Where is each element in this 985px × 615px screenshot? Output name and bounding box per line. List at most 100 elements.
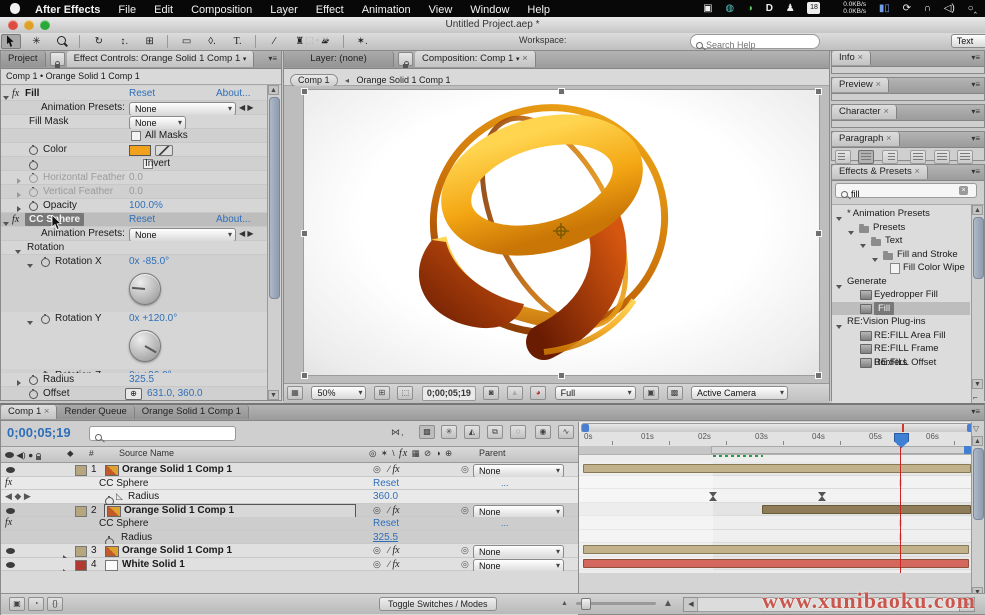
preset-prev-next-arrows[interactable]: ◀ ▶ [239, 227, 254, 240]
effect-controls-scrollbar[interactable]: ▲ ▼ [267, 85, 280, 400]
tab-render-queue[interactable]: Render Queue [57, 405, 134, 419]
align-center-button[interactable] [858, 150, 874, 164]
effect-cc-sphere-header[interactable]: fx CC Sphere Reset About... [1, 213, 267, 227]
camera-dropdown[interactable]: Active Camera [691, 386, 788, 400]
layer-switches[interactable]: ◎ ∕ fx [373, 504, 400, 517]
timeline-timecode[interactable]: 0;00;05;19 [7, 425, 71, 440]
puppet-pin-tool[interactable]: ✶. [352, 34, 372, 49]
app-d-icon[interactable]: D [766, 3, 773, 14]
layer-bar-4[interactable] [583, 559, 969, 568]
v-feather-stopwatch-icon[interactable] [29, 188, 38, 197]
tree-scrollbar[interactable]: ▲▼ ⌐ [971, 205, 984, 403]
layer-bar-2[interactable] [762, 505, 971, 514]
tab-character[interactable]: Character × [832, 105, 897, 119]
align-right-button[interactable] [882, 150, 898, 164]
rotation-y-stopwatch-icon[interactable] [41, 315, 50, 324]
property-row-radius-1[interactable]: ◀ ◆ ▶ ◺ Radius 360.0 [1, 490, 578, 504]
selection-handle[interactable] [301, 230, 308, 237]
cc-sphere-about-link[interactable]: About... [216, 213, 250, 226]
brush-tool[interactable]: ∕ [264, 34, 284, 49]
motion-blur-icon[interactable]: ◌ [510, 425, 526, 439]
clear-search-icon[interactable]: × [959, 186, 968, 195]
tab-timeline-orange-solid[interactable]: Orange Solid 1 Comp 1 [135, 405, 249, 419]
work-area-bar[interactable] [579, 446, 976, 455]
selection-handle[interactable] [815, 372, 822, 379]
volume-icon[interactable]: ◁) [944, 3, 955, 14]
tree-item-generate[interactable]: Generate [832, 275, 970, 289]
justify-last-right-button[interactable] [957, 150, 973, 164]
panel-menu-icon[interactable]: ▾≡ [268, 51, 277, 67]
toggle-switches-modes-button[interactable]: Toggle Switches / Modes [379, 597, 497, 611]
calendar-icon[interactable]: 18 [807, 2, 820, 14]
rotation-x-value[interactable]: 0x -85.0° [129, 255, 169, 268]
eye-icon[interactable] [6, 548, 15, 554]
label-color-chip[interactable] [75, 506, 87, 517]
fill-color-swatch[interactable] [129, 145, 151, 156]
rotation-tool[interactable]: ↻ [89, 34, 109, 49]
status-green-icon[interactable]: ◑ [747, 3, 753, 14]
tree-item-revision-plugins[interactable]: RE:Vision Plug-ins [832, 315, 970, 329]
draft-3d-icon[interactable]: ✳ [441, 425, 457, 439]
h-feather-stopwatch-icon[interactable] [29, 174, 38, 183]
magnification-dropdown[interactable]: 50% [311, 386, 366, 400]
rotation-y-dial[interactable] [129, 330, 161, 362]
layer-row-4[interactable]: 4 White Solid 1 ◎ ∕ fx ◎ None [1, 558, 578, 572]
tree-item-fill[interactable]: Fill [832, 302, 970, 316]
rotation-x-stopwatch-icon[interactable] [41, 258, 50, 267]
layer-row-1[interactable]: 1 Orange Solid 1 Comp 1 ◎ ∕ fx ◎ None [1, 463, 578, 477]
effects-search-input[interactable] [851, 189, 959, 200]
graph-editor-icon[interactable]: ∿ [558, 425, 574, 439]
panel-menu-icon[interactable]: ▾≡ [971, 132, 980, 146]
invert-stopwatch-icon[interactable] [29, 161, 38, 170]
headphones-icon[interactable]: ∩ [924, 3, 931, 14]
close-tab-icon[interactable]: × [522, 53, 528, 64]
brainstorm-icon[interactable]: ◉ [535, 425, 551, 439]
tree-item-animation-presets[interactable]: * Animation Presets [832, 207, 970, 221]
pickwhip-icon[interactable]: ◎ [461, 504, 469, 517]
live-update-icon[interactable]: ▩ [419, 425, 435, 439]
spotlight-icon[interactable]: ○‸ [968, 3, 977, 14]
tree-item-refill-frame-borders[interactable]: RE:FILL Frame Borders [832, 342, 970, 356]
offset-stopwatch-icon[interactable] [29, 390, 38, 399]
layer-switches[interactable]: ◎ ∕ fx [373, 544, 400, 557]
panel-menu-icon[interactable]: ▾≡ [971, 405, 980, 419]
align-left-button[interactable] [835, 150, 851, 164]
panel-menu-icon[interactable]: ▾≡ [971, 105, 980, 119]
timeline-scrollbar[interactable]: ▽ ▲ ▼ [971, 422, 984, 597]
zoom-out-mountain-icon[interactable]: ▲ [561, 600, 568, 607]
transparency-grid-icon[interactable]: ▩ [667, 386, 683, 400]
selection-handle[interactable] [301, 372, 308, 379]
layer-name[interactable]: White Solid 1 [122, 558, 185, 571]
pen-tool[interactable]: ◊. [202, 34, 222, 49]
property-row-radius-2[interactable]: Radius 325.5 [1, 531, 578, 545]
opacity-value[interactable]: 100.0% [129, 199, 163, 212]
eye-icon[interactable] [6, 508, 15, 514]
rotation-group-row[interactable]: Rotation [1, 241, 267, 255]
selection-handle[interactable] [558, 372, 565, 379]
justify-last-center-button[interactable] [934, 150, 950, 164]
effect-fill-header[interactable]: fx Fill Reset About... [1, 87, 267, 101]
snapshot-icon[interactable]: ◙ [483, 386, 499, 400]
label-color-chip[interactable] [75, 560, 87, 571]
reset-link[interactable]: Reset [373, 477, 399, 490]
motion-blur-toggle-icon[interactable]: ◔ [28, 597, 44, 611]
cc-sphere-animation-presets-dropdown[interactable]: None [129, 228, 236, 242]
panel-menu-icon[interactable]: ▾≡ [971, 51, 980, 65]
workspace-dropdown[interactable]: Text [951, 34, 985, 48]
layer-bar-3[interactable] [583, 545, 969, 554]
frame-blend-icon[interactable]: ⧉ [487, 425, 503, 439]
always-preview-icon[interactable]: ▦ [287, 386, 303, 400]
selection-tool[interactable] [1, 34, 21, 49]
sync-orb-icon[interactable]: ◍ [725, 3, 734, 14]
tab-project[interactable]: Project [1, 51, 46, 67]
show-snapshot-icon[interactable]: ▲ [507, 386, 523, 400]
timeline-zoom-slider[interactable] [576, 602, 656, 605]
network-speed[interactable]: 0.0KB/s0.0KB/s [833, 1, 866, 15]
rectangle-tool[interactable]: ▭ [177, 34, 197, 49]
radius-value[interactable]: 325.5 [129, 373, 154, 386]
layer-name[interactable]: Orange Solid 1 Comp 1 [122, 544, 232, 557]
viewer-lock-icon[interactable] [398, 52, 413, 66]
cc-sphere-reset-link[interactable]: Reset [129, 213, 155, 226]
tab-effect-controls[interactable]: Effect Controls: Orange Solid 1 Comp 1 ▾ [67, 51, 255, 67]
viewer-timecode[interactable]: 0;00;05;19 [422, 386, 476, 401]
